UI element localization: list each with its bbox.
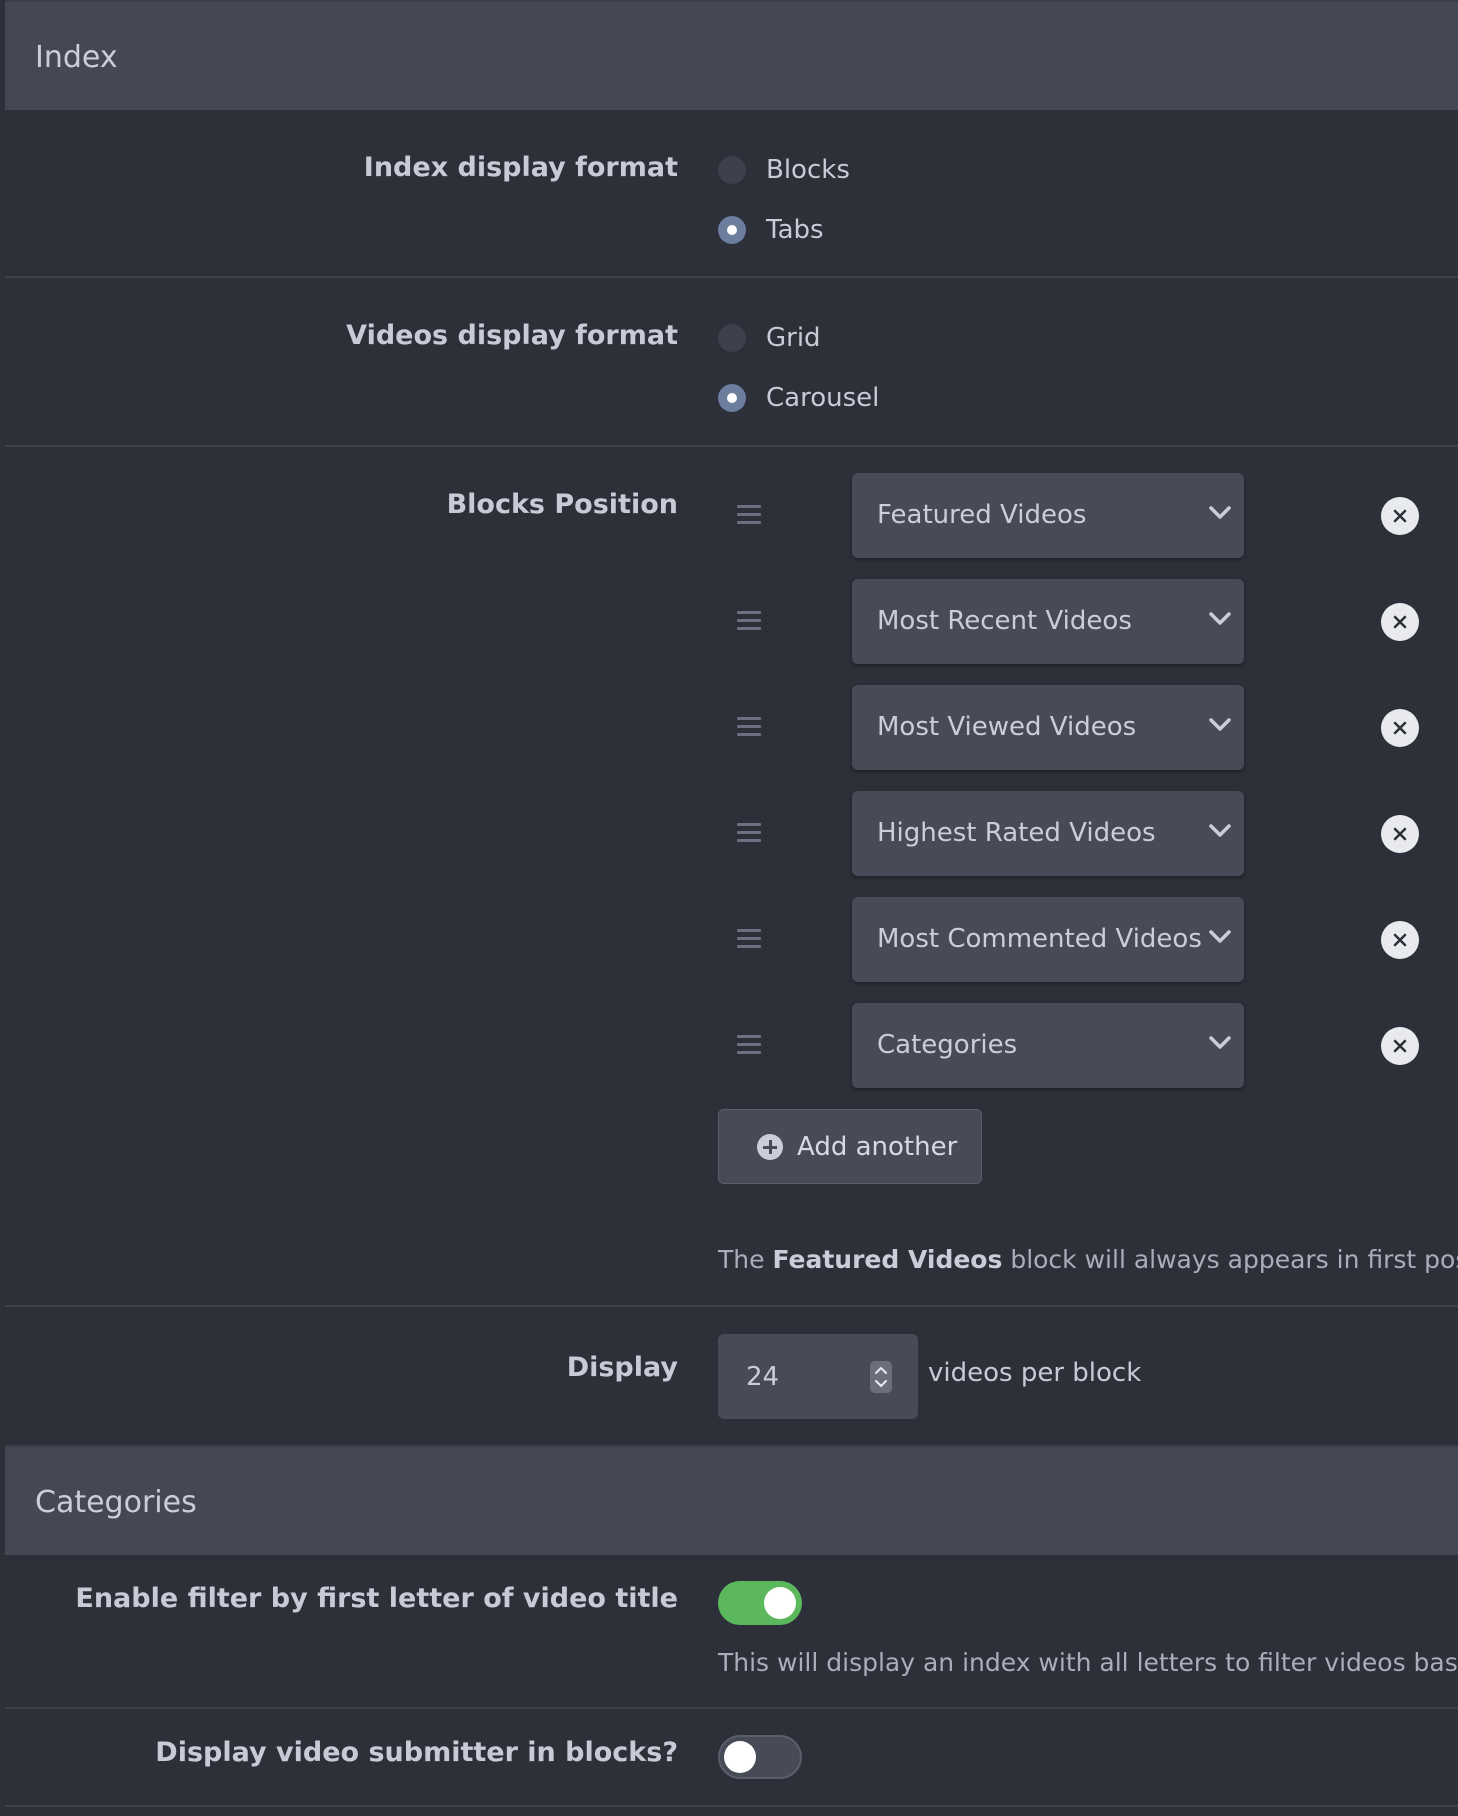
drag-handle-icon[interactable]: [737, 611, 761, 631]
display-submitter-toggle[interactable]: [718, 1735, 802, 1779]
remove-block-button[interactable]: [1381, 603, 1419, 641]
radio-option-tabs[interactable]: Tabs: [718, 213, 824, 247]
chevron-down-icon: [1209, 612, 1231, 625]
note-prefix: The: [718, 1245, 773, 1274]
close-icon: [1393, 1039, 1407, 1053]
settings-page: Index Index display format Blocks Tabs V…: [5, 0, 1458, 1816]
filter-toggle-help: This will display an index with all lett…: [718, 1648, 1458, 1677]
divider: [5, 1805, 1458, 1807]
chevron-down-icon: [1209, 1036, 1231, 1049]
divider: [5, 1305, 1458, 1307]
submitter-toggle-label: Display video submitter in blocks?: [155, 1737, 678, 1768]
divider: [5, 1707, 1458, 1709]
drag-handle-icon[interactable]: [737, 1035, 761, 1055]
radio-tabs[interactable]: [718, 216, 746, 244]
index-section-header: Index: [5, 0, 1458, 110]
block-select-value: Categories: [877, 1030, 1018, 1060]
close-icon: [1393, 721, 1407, 735]
block-select[interactable]: Most Commented Videos: [852, 897, 1244, 982]
radio-carousel[interactable]: [718, 384, 746, 412]
drag-handle-icon[interactable]: [737, 929, 761, 949]
close-icon: [1393, 509, 1407, 523]
radio-label-blocks: Blocks: [766, 155, 850, 185]
categories-section-title: Categories: [35, 1485, 197, 1520]
block-select[interactable]: Featured Videos: [852, 473, 1244, 558]
block-select[interactable]: Highest Rated Videos: [852, 791, 1244, 876]
radio-label-tabs: Tabs: [766, 215, 824, 245]
chevron-down-icon: [1209, 506, 1231, 519]
block-select-value: Highest Rated Videos: [877, 818, 1156, 848]
remove-block-button[interactable]: [1381, 709, 1419, 747]
index-section-title: Index: [35, 40, 118, 75]
radio-blocks[interactable]: [718, 156, 746, 184]
close-icon: [1393, 615, 1407, 629]
plus-circle-icon: [757, 1133, 783, 1160]
filter-first-letter-toggle[interactable]: [718, 1581, 802, 1625]
block-select-value: Most Commented Videos: [877, 924, 1202, 954]
block-select[interactable]: Categories: [852, 1003, 1244, 1088]
radio-option-carousel[interactable]: Carousel: [718, 381, 879, 415]
radio-option-blocks[interactable]: Blocks: [718, 153, 850, 187]
spinner-icon[interactable]: [870, 1361, 892, 1393]
radio-grid[interactable]: [718, 324, 746, 352]
block-select-value: Most Viewed Videos: [877, 712, 1137, 742]
toggle-knob: [724, 1741, 756, 1773]
filter-toggle-label: Enable filter by first letter of video t…: [75, 1583, 678, 1614]
remove-block-button[interactable]: [1381, 815, 1419, 853]
close-icon: [1393, 827, 1407, 841]
toggle-knob: [764, 1587, 796, 1619]
videos-per-block-input[interactable]: 24: [718, 1334, 918, 1419]
block-select[interactable]: Most Recent Videos: [852, 579, 1244, 664]
remove-block-button[interactable]: [1381, 921, 1419, 959]
block-select-value: Most Recent Videos: [877, 606, 1132, 636]
chevron-down-icon: [1209, 718, 1231, 731]
drag-handle-icon[interactable]: [737, 717, 761, 737]
radio-label-carousel: Carousel: [766, 383, 880, 413]
divider: [5, 276, 1458, 278]
index-display-format-label: Index display format: [363, 152, 678, 183]
chevron-down-icon: [1209, 824, 1231, 837]
remove-block-button[interactable]: [1381, 1027, 1419, 1065]
block-select-value: Featured Videos: [877, 500, 1087, 530]
note-bold: Featured Videos: [772, 1245, 1003, 1274]
videos-per-block-value: 24: [746, 1362, 780, 1392]
close-icon: [1393, 933, 1407, 947]
drag-handle-icon[interactable]: [737, 505, 761, 525]
note-suffix: block will always appears in first posit…: [1002, 1245, 1458, 1274]
blocks-position-note: The Featured Videos block will always ap…: [718, 1245, 1458, 1274]
display-label: Display: [566, 1352, 678, 1383]
videos-display-format-label: Videos display format: [346, 320, 678, 351]
add-another-label: Add another: [797, 1131, 958, 1162]
chevron-down-icon: [1209, 930, 1231, 943]
categories-section-header: Categories: [5, 1445, 1458, 1555]
radio-label-grid: Grid: [766, 323, 821, 353]
divider: [5, 445, 1458, 447]
drag-handle-icon[interactable]: [737, 823, 761, 843]
blocks-position-label: Blocks Position: [446, 489, 678, 520]
add-another-button[interactable]: Add another: [718, 1109, 982, 1184]
videos-per-block-suffix: videos per block: [928, 1358, 1142, 1388]
remove-block-button[interactable]: [1381, 497, 1419, 535]
radio-option-grid[interactable]: Grid: [718, 321, 821, 355]
block-select[interactable]: Most Viewed Videos: [852, 685, 1244, 770]
